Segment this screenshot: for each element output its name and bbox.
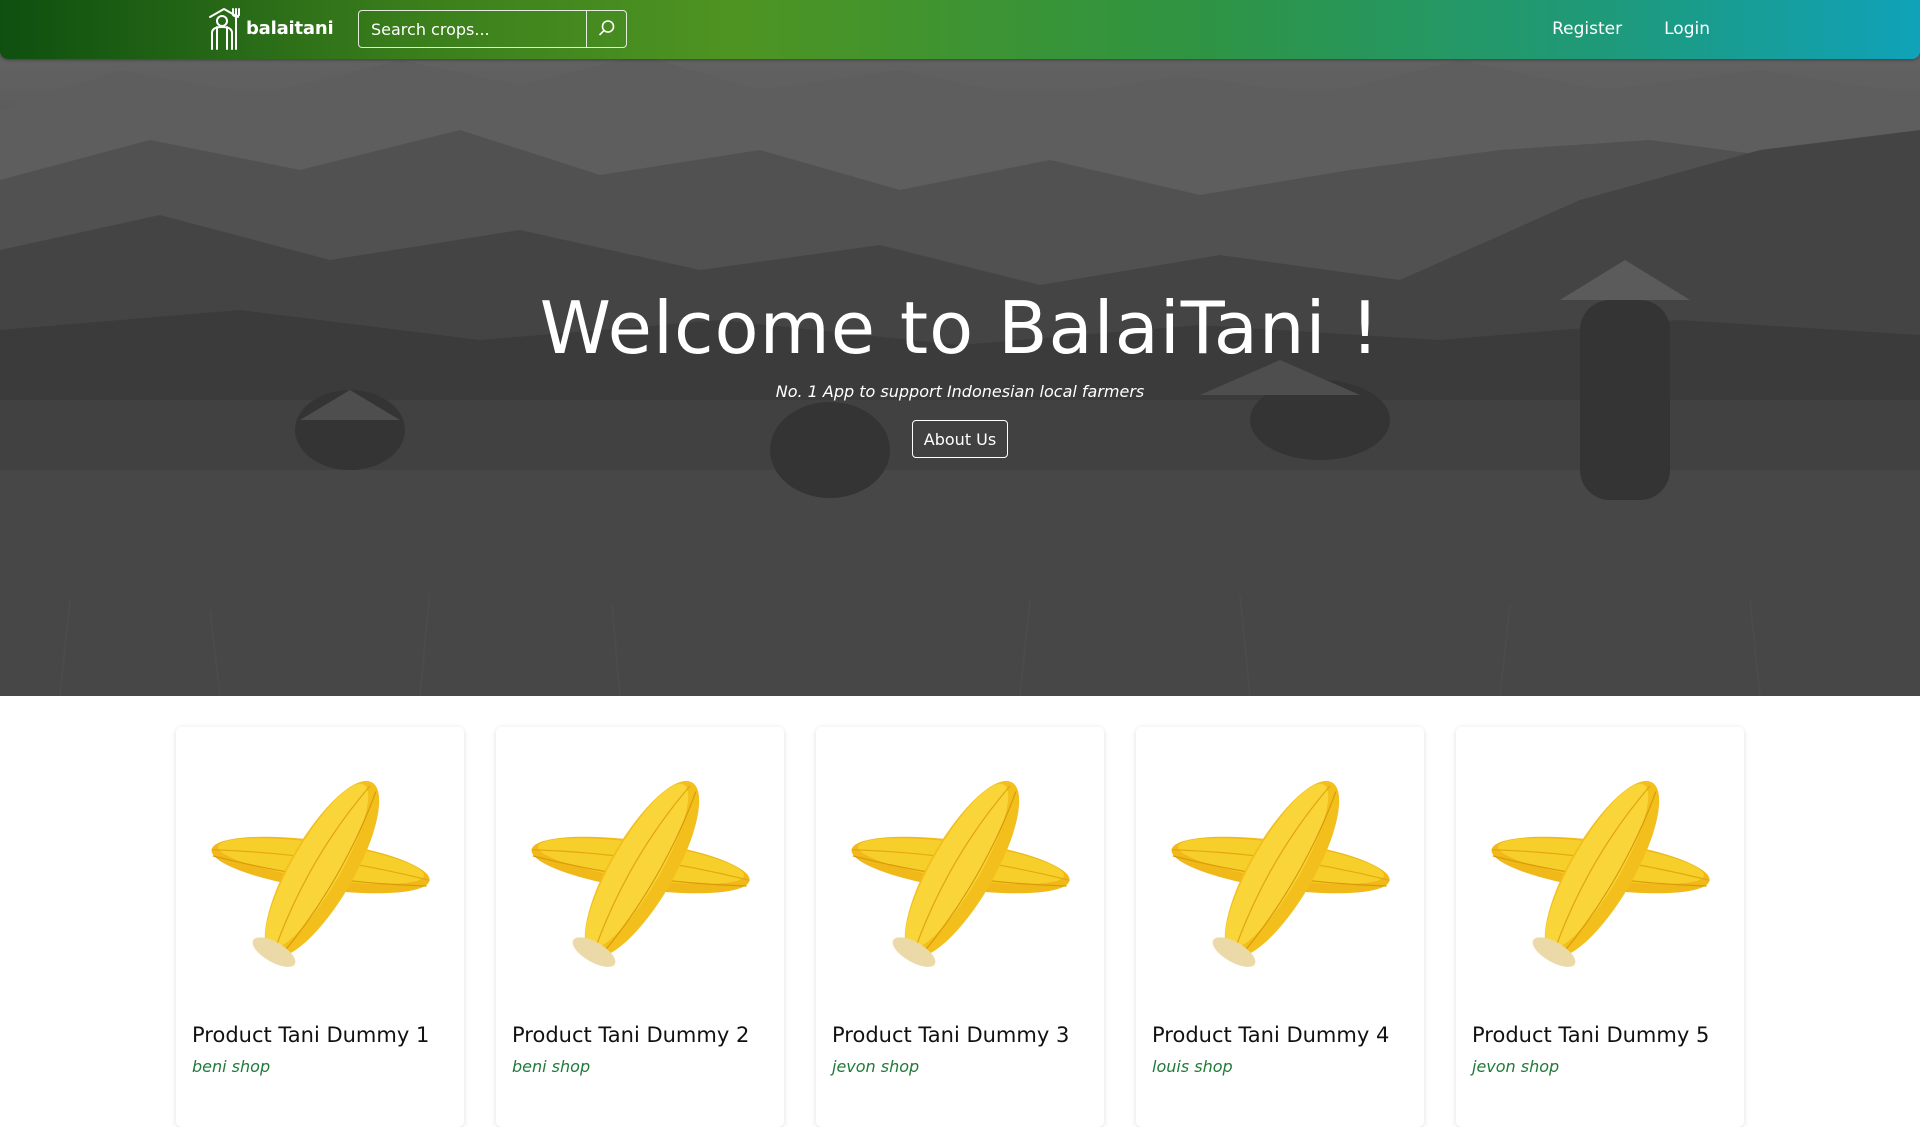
product-name[interactable]: Product Tani Dummy 3 <box>832 1023 1069 1047</box>
search-input[interactable] <box>358 10 586 48</box>
product-grid: Product Tani Dummy 1 beni shop Product T… <box>176 727 1744 1127</box>
shop-name[interactable]: beni shop <box>192 1057 270 1076</box>
product-name[interactable]: Product Tani Dummy 4 <box>1152 1023 1389 1047</box>
product-card[interactable]: Product Tani Dummy 3 jevon shop <box>816 727 1104 1127</box>
nav-links: Register Login <box>1552 0 1710 58</box>
shop-name[interactable]: louis shop <box>1152 1057 1233 1076</box>
corn-image <box>851 780 1070 967</box>
hero-title: Welcome to BalaiTani ! <box>539 286 1381 370</box>
product-card[interactable]: Product Tani Dummy 1 beni shop <box>176 727 464 1127</box>
brand-logo-link[interactable]: balaitani <box>206 4 334 52</box>
brand-name: balaitani <box>246 17 334 39</box>
product-name[interactable]: Product Tani Dummy 2 <box>512 1023 749 1047</box>
login-link[interactable]: Login <box>1664 19 1710 39</box>
product-name[interactable]: Product Tani Dummy 5 <box>1472 1023 1709 1047</box>
register-link[interactable]: Register <box>1552 19 1622 39</box>
about-us-button[interactable]: About Us <box>912 420 1008 458</box>
product-name[interactable]: Product Tani Dummy 1 <box>192 1023 429 1047</box>
search-bar <box>358 10 627 48</box>
product-card[interactable]: Product Tani Dummy 2 beni shop <box>496 727 784 1127</box>
corn-image <box>531 780 750 967</box>
hero-subtitle: No. 1 App to support Indonesian local fa… <box>775 382 1145 401</box>
farmer-icon <box>206 5 242 51</box>
shop-name[interactable]: beni shop <box>512 1057 590 1076</box>
product-card[interactable]: Product Tani Dummy 4 louis shop <box>1136 727 1424 1127</box>
search-button[interactable] <box>586 10 627 48</box>
corn-image <box>1171 780 1390 967</box>
product-card[interactable]: Product Tani Dummy 5 jevon shop <box>1456 727 1744 1127</box>
search-icon <box>598 19 616 40</box>
shop-name[interactable]: jevon shop <box>1472 1057 1559 1076</box>
hero-banner: Welcome to BalaiTani ! No. 1 App to supp… <box>0 0 1920 696</box>
shop-name[interactable]: jevon shop <box>832 1057 919 1076</box>
top-navbar: balaitani Register Login <box>0 0 1920 59</box>
corn-image <box>1491 780 1710 967</box>
corn-image <box>211 780 430 967</box>
